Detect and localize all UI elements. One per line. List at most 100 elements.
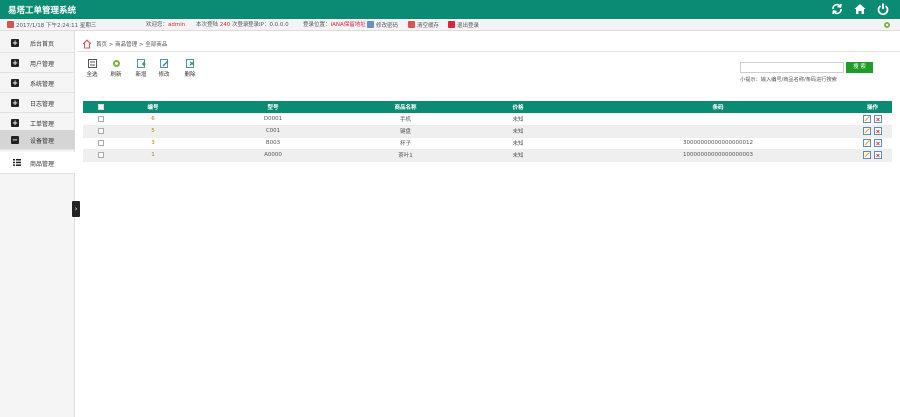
sidebar-item-products[interactable]: 商品管理 <box>0 152 75 174</box>
table-header: 编号 型号 商品名称 价格 条码 操作 <box>83 101 892 113</box>
sidebar-item-label: 系统管理 <box>30 81 55 88</box>
delete-icon <box>185 59 194 68</box>
column-header: 价格 <box>453 101 583 113</box>
search-button[interactable]: 搜 索 <box>846 62 873 73</box>
add-button[interactable]: 新增 <box>131 59 151 78</box>
column-header: 商品名称 <box>358 101 453 113</box>
home-icon <box>82 39 92 49</box>
exit-link[interactable]: 退出登录 <box>448 21 479 30</box>
cell-actions <box>853 113 892 126</box>
sidebar-collapse-toggle[interactable]: › <box>72 201 80 217</box>
cell-actions <box>853 149 892 162</box>
refresh-icon <box>112 60 120 67</box>
calendar-icon <box>7 21 14 28</box>
cell-actions <box>853 137 892 150</box>
top-bar: 易塔工单管理系统 <box>0 0 900 19</box>
app-title: 易塔工单管理系统 <box>8 6 77 16</box>
sidebar-item-label: 用户管理 <box>30 61 55 68</box>
column-header: 型号 <box>188 101 358 113</box>
row-checkbox[interactable] <box>97 139 104 146</box>
login-location: 登录位置：IANA保留地址 <box>303 22 366 28</box>
edit-icon[interactable] <box>862 139 871 147</box>
edit-button[interactable]: 修改 <box>154 59 174 78</box>
sidebar: + 后台首页 + 用户管理 + 系统管理 + 日志管理 + 工单管理 − 设备管… <box>0 31 75 417</box>
delete-icon[interactable] <box>874 139 883 147</box>
sidebar-item-devices[interactable]: − 设备管理 <box>0 130 75 150</box>
sidebar-item-label: 日志管理 <box>30 101 55 108</box>
sidebar-item-label: 工单管理 <box>30 121 55 128</box>
delete-icon[interactable] <box>874 151 883 159</box>
info-bar: 2017/1/18 下午2:24:11 星期三 欢迎您：admin 本次登陆 2… <box>0 19 900 31</box>
cell-price: 未知 <box>453 149 583 162</box>
cell-price: 未知 <box>453 125 583 138</box>
cell-name: 手机 <box>358 113 453 126</box>
refresh-button[interactable]: 刷新 <box>106 59 126 78</box>
power-icon[interactable] <box>876 2 890 16</box>
search-input[interactable] <box>740 62 844 73</box>
table-row[interactable]: 6 D0001 手机 未知 <box>83 113 892 126</box>
welcome-text: 欢迎您：admin <box>146 22 186 28</box>
breadcrumb: 首页 > 商品管理 > 全部商品 <box>82 39 167 51</box>
row-checkbox[interactable] <box>97 151 104 158</box>
settings-icon[interactable] <box>883 21 891 29</box>
user-key-icon <box>367 21 374 28</box>
list-icon <box>13 159 21 166</box>
cell-barcode <box>583 113 853 126</box>
cell-model: D0001 <box>188 113 358 126</box>
edit-icon[interactable] <box>862 114 871 123</box>
sidebar-item-logs[interactable]: + 日志管理 <box>0 93 75 113</box>
plus-square-icon: + <box>11 119 19 127</box>
change-password-link[interactable]: 修改密码 <box>367 21 398 30</box>
minus-square-icon: − <box>11 136 19 144</box>
sidebar-item-label: 设备管理 <box>30 138 55 145</box>
cell-model: B003 <box>188 137 358 150</box>
cell-name: 茶叶1 <box>358 149 453 162</box>
product-table: 编号 型号 商品名称 价格 条码 操作 6 D0001 手机 未知 5 C001… <box>83 101 892 162</box>
checkbox[interactable] <box>97 103 104 110</box>
header-select-all[interactable] <box>83 101 118 113</box>
cell-barcode <box>583 125 853 138</box>
cell-id: 3 <box>118 137 188 150</box>
add-icon <box>136 59 145 68</box>
sidebar-item-label: 后台首页 <box>30 41 55 48</box>
sidebar-item-home[interactable]: + 后台首页 <box>0 33 75 53</box>
cell-id: 5 <box>118 125 188 138</box>
column-header: 条码 <box>583 101 853 113</box>
search-hint: 小提示：输入编号/商品名称/条码进行搜索 <box>740 77 837 83</box>
delete-icon[interactable] <box>874 127 883 135</box>
sidebar-item-system[interactable]: + 系统管理 <box>0 73 75 93</box>
login-count: 本次登陆 240 次登录 <box>196 22 249 28</box>
sidebar-item-label: 商品管理 <box>30 161 55 168</box>
plus-square-icon: + <box>11 79 19 87</box>
refresh-icon[interactable] <box>830 2 844 16</box>
cell-id: 1 <box>118 149 188 162</box>
cell-price: 未知 <box>453 113 583 126</box>
table-row[interactable]: 3 B003 杯子 未知 30000000000000000012 <box>83 137 892 150</box>
row-checkbox[interactable] <box>97 115 104 122</box>
plus-square-icon: + <box>11 39 19 47</box>
breadcrumb-page: 全部商品 <box>145 42 168 48</box>
cell-actions <box>853 125 892 138</box>
sidebar-item-users[interactable]: + 用户管理 <box>0 53 75 73</box>
exit-icon <box>448 21 455 28</box>
column-header: 编号 <box>118 101 188 113</box>
select-all-icon <box>87 59 97 68</box>
login-ip: 登录IP：0.0.0.0 <box>248 22 289 28</box>
select-all-button[interactable]: 全选 <box>82 59 102 78</box>
breadcrumb-section[interactable]: 商品管理 <box>115 42 137 48</box>
edit-icon[interactable] <box>862 151 871 159</box>
cell-name: 键盘 <box>358 125 453 138</box>
home-icon[interactable] <box>853 2 867 16</box>
row-checkbox[interactable] <box>97 127 104 134</box>
divider <box>77 51 900 52</box>
plus-square-icon: + <box>11 99 19 107</box>
cell-barcode: 10000000000000000003 <box>583 149 853 162</box>
table-row[interactable]: 5 C001 键盘 未知 <box>83 125 892 138</box>
delete-icon[interactable] <box>874 114 883 123</box>
breadcrumb-home[interactable]: 首页 <box>96 42 107 48</box>
table-row[interactable]: 1 A0000 茶叶1 未知 10000000000000000003 <box>83 149 892 162</box>
delete-button[interactable]: 删除 <box>180 59 200 78</box>
clear-cache-link[interactable]: 清空缓存 <box>408 21 439 30</box>
edit-icon[interactable] <box>862 127 871 135</box>
cell-barcode: 30000000000000000012 <box>583 137 853 150</box>
